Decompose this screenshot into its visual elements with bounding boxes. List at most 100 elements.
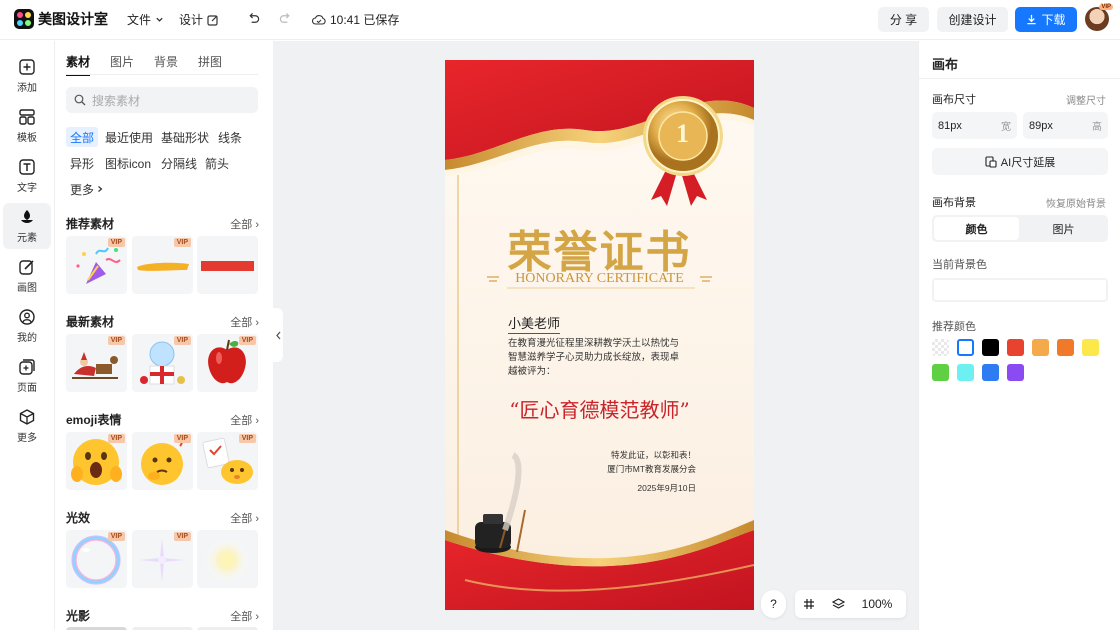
grid-button[interactable] (795, 598, 823, 610)
section-all-latest[interactable]: 全部 › (230, 314, 259, 330)
redo-button[interactable] (279, 12, 292, 25)
avatar[interactable]: VIP (1085, 4, 1113, 31)
swatch-transparent[interactable] (932, 339, 949, 356)
create-design-button[interactable]: 创建设计 (937, 7, 1008, 32)
vip-badge: VIP (173, 532, 191, 541)
vip-badge: VIP (107, 434, 125, 443)
color-swatch[interactable] (1082, 339, 1099, 356)
section-all-label: 全部 (230, 317, 253, 329)
zoom-level[interactable]: 100% (853, 597, 901, 611)
section-all-recommended[interactable]: 全部 › (230, 216, 259, 232)
asset-santa-sleigh[interactable]: VIP (66, 334, 127, 392)
certificate-date[interactable]: 2025年9月10日 (637, 482, 696, 494)
collapse-panel-button[interactable] (273, 308, 283, 362)
color-swatch[interactable] (1007, 364, 1024, 381)
color-swatch[interactable] (932, 364, 949, 381)
file-menu[interactable]: 文件 (127, 11, 164, 28)
nav-more-label: 更多 (17, 433, 37, 444)
adjust-size-link[interactable]: 调整尺寸 (1066, 92, 1106, 107)
design-menu[interactable]: 设计 (179, 11, 219, 28)
section-title-light-effects: 光效 (66, 511, 91, 525)
search-input[interactable]: 搜索素材 (66, 87, 258, 113)
asset-emoji-checklist[interactable]: VIP (197, 432, 258, 490)
bg-tab-color[interactable]: 颜色 (934, 217, 1019, 240)
tab-materials[interactable]: 素材 (66, 53, 91, 76)
nav-draw[interactable]: 画图 (3, 253, 51, 299)
page-add-icon (19, 359, 35, 375)
nav-add[interactable]: 添加 (3, 53, 51, 99)
asset-red-bar[interactable] (197, 236, 258, 294)
restore-bg-link[interactable]: 恢复原始背景 (1046, 195, 1106, 210)
vip-badge: VIP (107, 532, 125, 541)
nav-template[interactable]: 模板 (3, 103, 51, 149)
asset-bubble[interactable]: VIP (66, 530, 127, 588)
color-swatch[interactable] (982, 339, 999, 356)
chip-icons[interactable]: 图标icon (101, 153, 155, 173)
section-all-light-shadow[interactable]: 全部 › (230, 608, 259, 624)
tab-images[interactable]: 图片 (110, 53, 134, 76)
certificate-subtitle[interactable]: HONORARY CERTIFICATE (445, 271, 754, 287)
asset-sparkle[interactable]: VIP (132, 530, 193, 588)
share-label: 分 享 (889, 13, 918, 27)
asset-red-apple[interactable]: VIP (197, 334, 258, 392)
chip-basic-shapes[interactable]: 基础形状 (157, 127, 213, 147)
asset-emoji-shocked[interactable]: VIP (66, 432, 127, 490)
current-bg-color-swatch[interactable] (932, 278, 1108, 302)
glow-icon (205, 538, 249, 582)
chip-irregular[interactable]: 异形 (66, 153, 98, 173)
award-title[interactable]: “匠心育德模范教师” (445, 394, 754, 423)
color-swatch[interactable] (957, 364, 974, 381)
certificate-signature[interactable]: 特发此证，以彰和表！ 厦门市MT教育发展分会 (607, 448, 696, 476)
tab-collage[interactable]: 拼图 (198, 53, 222, 76)
avatar-vip-badge: VIP (1099, 4, 1113, 10)
section-title-light-shadow: 光影 (66, 609, 91, 623)
recipient-name[interactable]: 小美老师 (508, 313, 561, 334)
certificate-design[interactable]: 1 荣誉证书 HONORARY CERTIFICATE 小美老师 在教育漫光征程… (445, 60, 754, 610)
nav-page[interactable]: 页面 (3, 353, 51, 399)
share-button[interactable]: 分 享 (878, 7, 929, 32)
nav-elements[interactable]: 元素 (3, 203, 51, 249)
ai-extend-label: AI尺寸延展 (1000, 156, 1056, 169)
width-value: 81px (938, 119, 962, 132)
nav-more[interactable]: 更多 (3, 403, 51, 449)
color-swatch[interactable] (957, 339, 974, 356)
layers-button[interactable] (823, 598, 853, 610)
vip-badge: VIP (173, 434, 191, 443)
current-bg-label: 当前背景色 (932, 259, 987, 271)
vip-badge: VIP (238, 336, 256, 345)
color-swatch[interactable] (982, 364, 999, 381)
section-all-label: 全部 (230, 415, 253, 427)
certificate-background (445, 60, 754, 610)
top-bar: 美图设计室 文件 设计 10:41 已保存 分 享 创建设计 下载 VIP (0, 0, 1120, 40)
height-field[interactable]: 89px 高 (1023, 112, 1108, 139)
app-logo[interactable]: 美图设计室 (14, 9, 108, 29)
chip-more[interactable]: 更多 (66, 179, 108, 199)
chip-arrows[interactable]: 箭头 (201, 153, 233, 173)
chip-lines[interactable]: 线条 (214, 127, 246, 147)
asset-glow[interactable] (197, 530, 258, 588)
ai-extend-button[interactable]: AI尺寸延展 (932, 148, 1108, 175)
chip-all[interactable]: 全部 (66, 127, 99, 147)
section-all-emoji[interactable]: 全部 › (230, 412, 259, 428)
nav-mine[interactable]: 我的 (3, 303, 51, 349)
width-field[interactable]: 81px 宽 (932, 112, 1017, 139)
asset-brush-stroke[interactable]: VIP (132, 236, 193, 294)
download-button[interactable]: 下载 (1015, 7, 1077, 32)
chip-dividers[interactable]: 分隔线 (157, 153, 201, 173)
asset-party-popper[interactable]: VIP (66, 236, 127, 294)
color-swatch[interactable] (1007, 339, 1024, 356)
tab-backgrounds[interactable]: 背景 (154, 53, 178, 76)
asset-snow-globe-gift[interactable]: VIP (132, 334, 193, 392)
undo-button[interactable] (247, 12, 260, 25)
certificate-body[interactable]: 在教育漫光征程里深耕教学沃土以热忱与 智慧滋养学子心灵助力成长绽放，表现卓 越被… (508, 337, 679, 379)
section-all-light-effects[interactable]: 全部 › (230, 510, 259, 526)
color-swatch[interactable] (1032, 339, 1049, 356)
nav-text[interactable]: 文字 (3, 153, 51, 199)
help-button[interactable]: ? (761, 590, 786, 618)
sign-line: 厦门市MT教育发展分会 (607, 464, 696, 474)
color-swatch[interactable] (1057, 339, 1074, 356)
app-name: 美图设计室 (38, 11, 108, 27)
asset-emoji-thinking[interactable]: VIP (132, 432, 193, 490)
chip-recent[interactable]: 最近使用 (101, 127, 157, 147)
bg-tab-image[interactable]: 图片 (1021, 217, 1106, 240)
